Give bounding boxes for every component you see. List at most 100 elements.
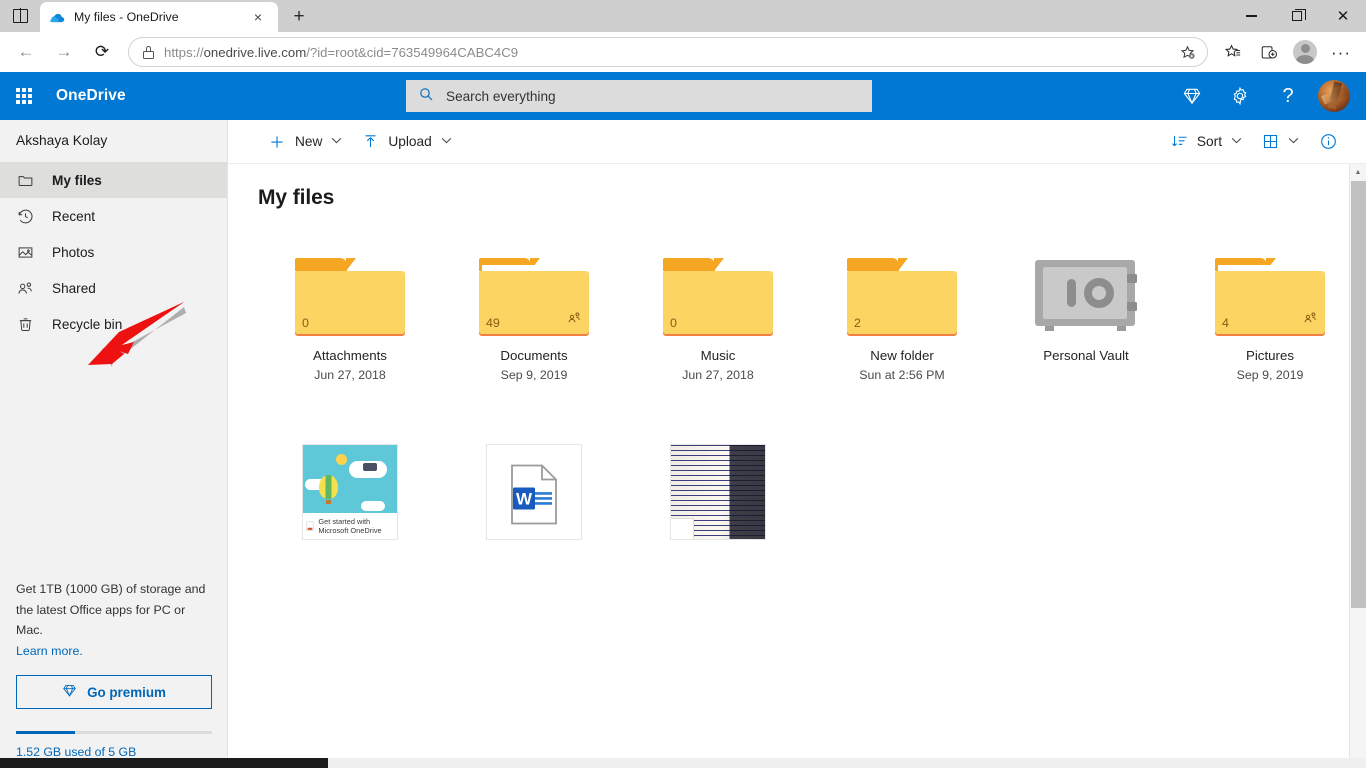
info-button[interactable] bbox=[1309, 124, 1348, 160]
svg-text:W: W bbox=[516, 489, 533, 508]
folder-tile[interactable]: 2 New folder Sun at 2:56 PM bbox=[810, 232, 994, 382]
tile-date: Sep 9, 2019 bbox=[500, 368, 568, 382]
app-body: Akshaya Kolay My files Recent Photos Sha… bbox=[0, 120, 1366, 768]
tab-title: My files - OneDrive bbox=[74, 10, 179, 24]
tile-name: Documents bbox=[500, 348, 568, 363]
folder-icon: 49 bbox=[479, 258, 589, 334]
tile-date: Jun 27, 2018 bbox=[682, 368, 754, 382]
pdf-thumbnail: Get started with Microsoft OneDrive bbox=[302, 444, 398, 540]
sidebar-item-my-files[interactable]: My files bbox=[0, 162, 227, 198]
url-text: https://onedrive.live.com/?id=root&cid=7… bbox=[164, 45, 1163, 60]
profile-avatar[interactable] bbox=[1288, 35, 1322, 69]
tab-close-icon[interactable]: × bbox=[247, 6, 269, 28]
add-favorite-icon[interactable] bbox=[1173, 38, 1201, 66]
photo-icon bbox=[16, 243, 34, 261]
scrollbar-thumb[interactable] bbox=[1350, 181, 1366, 609]
plus-icon bbox=[268, 133, 286, 151]
info-icon bbox=[1319, 132, 1338, 151]
reload-button[interactable]: ⟳ bbox=[84, 35, 120, 69]
folder-tile[interactable]: 4 Pictures Sep 9, 2019 bbox=[1178, 232, 1362, 382]
folder-tile[interactable]: 0 Attachments Jun 27, 2018 bbox=[258, 232, 442, 382]
tile-thumbnail bbox=[1031, 242, 1141, 334]
folder-tile[interactable]: 49 Documents Sep 9, 2019 bbox=[442, 232, 626, 382]
sidebar-item-label: Recent bbox=[52, 208, 96, 224]
file-tile-row: Get started with Microsoft OneDrive W bbox=[258, 444, 1366, 540]
back-button[interactable]: ← bbox=[8, 35, 44, 69]
help-icon[interactable]: ? bbox=[1264, 72, 1312, 120]
window-close-button[interactable]: ✕ bbox=[1320, 0, 1366, 32]
tile-thumbnail: 49 bbox=[479, 242, 589, 334]
page-title: My files bbox=[258, 186, 335, 209]
tile-thumbnail: 4 bbox=[1215, 242, 1325, 334]
command-bar: New Upload Sort bbox=[228, 120, 1366, 164]
new-button[interactable]: New bbox=[258, 124, 352, 160]
clock-icon bbox=[16, 207, 34, 225]
quota-text: 1.52 GB used of 5 GB bbox=[16, 745, 137, 759]
view-tiles-button[interactable] bbox=[1252, 124, 1309, 160]
new-tab-button[interactable]: + bbox=[282, 2, 316, 32]
window-minimize-button[interactable] bbox=[1228, 0, 1274, 32]
vertical-scrollbar[interactable]: ▲ ▼ bbox=[1349, 164, 1366, 768]
search-input[interactable]: Search everything bbox=[406, 80, 872, 112]
tile-date: Sep 9, 2019 bbox=[1236, 368, 1304, 382]
storage-quota: 1.52 GB used of 5 GB bbox=[16, 731, 212, 759]
promo-line-2: the latest Office apps for PC or Mac. bbox=[16, 602, 186, 638]
file-tile[interactable]: Get started with Microsoft OneDrive bbox=[258, 444, 442, 540]
premium-diamond-icon[interactable] bbox=[1168, 72, 1216, 120]
learn-more-link[interactable]: Learn more. bbox=[16, 644, 83, 658]
promo-line-1: Get 1TB (1000 GB) of storage and bbox=[16, 582, 206, 596]
tile-name: Music bbox=[700, 348, 736, 363]
horizontal-scrollbar[interactable] bbox=[0, 758, 1366, 768]
scroll-up-arrow-icon[interactable]: ▲ bbox=[1350, 164, 1366, 181]
forward-button[interactable]: → bbox=[46, 35, 82, 69]
shared-people-icon bbox=[567, 310, 582, 330]
horizontal-scrollbar-thumb[interactable] bbox=[0, 758, 328, 768]
lock-icon bbox=[143, 45, 154, 59]
tab-actions-icon[interactable] bbox=[0, 0, 40, 32]
address-bar[interactable]: https://onedrive.live.com/?id=root&cid=7… bbox=[128, 37, 1208, 67]
favorites-icon[interactable] bbox=[1216, 35, 1250, 69]
premium-diamond-icon bbox=[62, 683, 77, 701]
app-launcher-icon[interactable] bbox=[0, 72, 48, 120]
folder-tile[interactable]: Personal Vault bbox=[994, 232, 1178, 382]
tile-thumbnail: 0 bbox=[295, 242, 405, 334]
sidebar-item-photos[interactable]: Photos bbox=[0, 234, 227, 270]
folder-tile[interactable]: 0 Music Jun 27, 2018 bbox=[626, 232, 810, 382]
browser-tab[interactable]: My files - OneDrive × bbox=[40, 2, 278, 32]
upload-label: Upload bbox=[388, 134, 432, 149]
scrollbar-track[interactable] bbox=[1350, 181, 1366, 768]
tile-name: Attachments bbox=[313, 348, 387, 363]
url-domain: onedrive.live.com bbox=[203, 44, 307, 60]
folder-item-count: 0 bbox=[302, 316, 309, 330]
onedrive-brand[interactable]: OneDrive bbox=[56, 87, 126, 105]
sort-button[interactable]: Sort bbox=[1161, 124, 1252, 160]
sidebar-item-shared[interactable]: Shared bbox=[0, 270, 227, 306]
upload-button[interactable]: Upload bbox=[352, 124, 461, 160]
main-content: New Upload Sort My files 0 Attachments J… bbox=[228, 120, 1366, 768]
go-premium-button[interactable]: Go premium bbox=[16, 675, 212, 709]
tiles-view-icon bbox=[1262, 133, 1279, 150]
folder-icon: 0 bbox=[663, 258, 773, 334]
folder-icon: 4 bbox=[1215, 258, 1325, 334]
quota-progress-bar bbox=[16, 731, 212, 734]
user-avatar[interactable] bbox=[1312, 72, 1360, 120]
file-tile[interactable]: W bbox=[442, 444, 626, 540]
sidebar-item-recent[interactable]: Recent bbox=[0, 198, 227, 234]
tile-name: New folder bbox=[870, 348, 934, 363]
people-icon bbox=[16, 279, 34, 297]
sidebar-username: Akshaya Kolay bbox=[16, 132, 108, 148]
sidebar: Akshaya Kolay My files Recent Photos Sha… bbox=[0, 120, 228, 768]
sidebar-item-label: Recycle bin bbox=[52, 316, 123, 332]
word-document-thumbnail: W bbox=[486, 444, 582, 540]
window-restore-button[interactable] bbox=[1274, 0, 1320, 32]
settings-more-icon[interactable]: ··· bbox=[1324, 35, 1358, 69]
sidebar-item-recycle-bin[interactable]: Recycle bin bbox=[0, 306, 227, 342]
promo-text: Get 1TB (1000 GB) of storage and the lat… bbox=[16, 579, 211, 661]
tile-date: Sun at 2:56 PM bbox=[859, 368, 945, 382]
collections-icon[interactable] bbox=[1252, 35, 1286, 69]
settings-gear-icon[interactable] bbox=[1216, 72, 1264, 120]
sidebar-item-label: My files bbox=[52, 172, 102, 188]
sidebar-item-label: Photos bbox=[52, 244, 95, 260]
file-tile[interactable] bbox=[626, 444, 810, 540]
